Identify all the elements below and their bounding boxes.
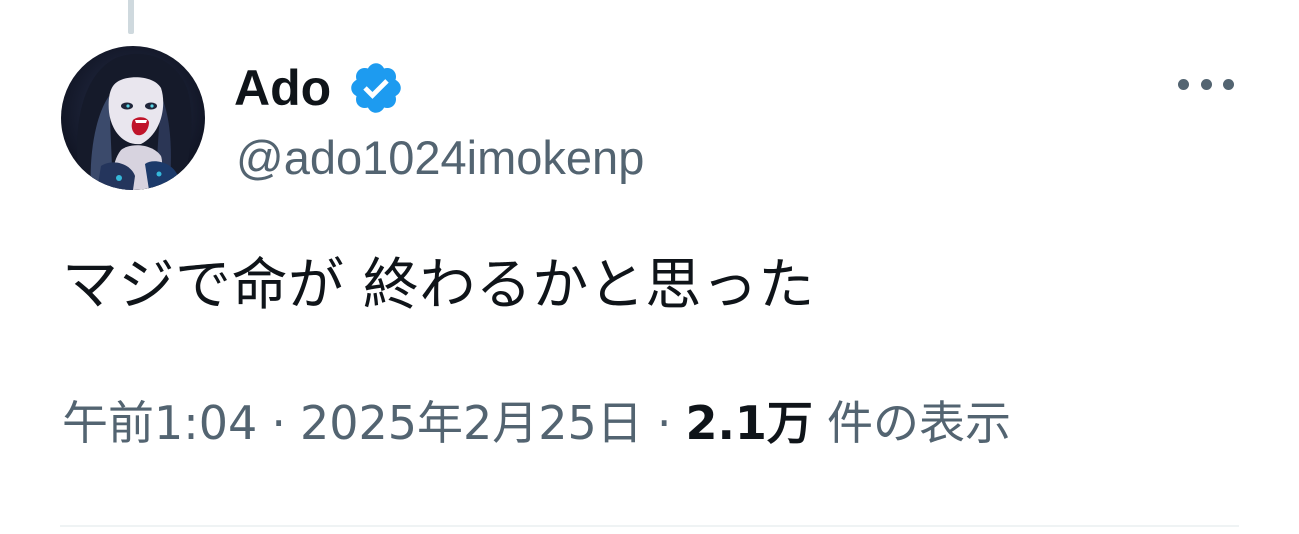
tweet-text: マジで命が 終わるかと思った: [62, 253, 815, 318]
thread-connector-line: [128, 0, 134, 34]
tweet-metadata: 午前1:04 · 2025年2月25日 · 2.1万 件の表示: [62, 396, 1011, 451]
author-name-row: Ado: [234, 56, 405, 120]
verified-badge-icon[interactable]: [347, 59, 405, 117]
more-horizontal-icon[interactable]: [1174, 66, 1238, 102]
meta-separator: ·: [271, 396, 286, 450]
views-count[interactable]: 2.1万: [685, 396, 813, 450]
views-label[interactable]: 件の表示: [827, 396, 1011, 450]
divider: [60, 525, 1239, 527]
more-dot: [1178, 78, 1189, 90]
author-display-name[interactable]: Ado: [234, 63, 331, 113]
avatar-illustration: [61, 46, 205, 190]
more-dot: [1223, 78, 1234, 90]
meta-separator: ·: [656, 396, 672, 450]
tweet-date[interactable]: 2025年2月25日: [300, 396, 643, 450]
tweet-time[interactable]: 午前1:04: [62, 396, 257, 450]
more-dot: [1200, 78, 1212, 90]
author-handle[interactable]: @ado1024imokenp: [236, 130, 644, 186]
avatar[interactable]: [61, 46, 205, 190]
